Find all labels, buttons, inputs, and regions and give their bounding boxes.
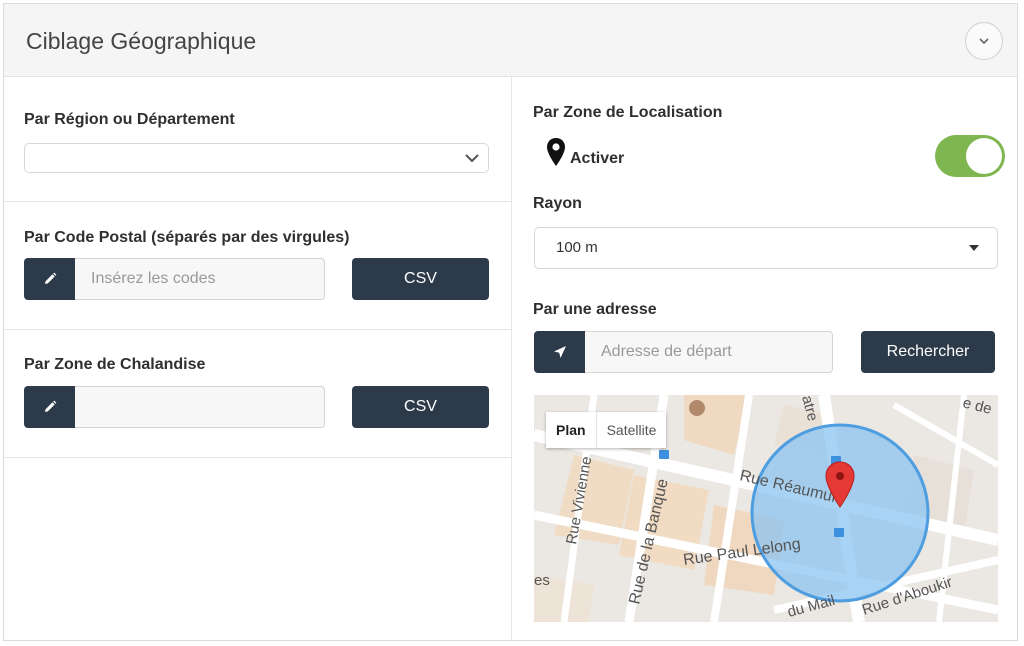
edit-chalandise-button[interactable] <box>24 386 75 428</box>
panel-title: Ciblage Géographique <box>26 28 257 54</box>
rechercher-button[interactable]: Rechercher <box>861 331 995 373</box>
adresse-label: Par une adresse <box>533 301 657 318</box>
chevron-down-icon <box>465 154 479 163</box>
chalandise-label: Par Zone de Chalandise <box>24 356 206 373</box>
localisation-label: Par Zone de Localisation <box>533 104 723 121</box>
activer-label: Activer <box>570 150 625 167</box>
rayon-value: 100 m <box>556 239 598 256</box>
tab-satellite[interactable]: Satellite <box>597 412 667 448</box>
map[interactable]: Rue Réaumur Rue Paul Lelong Rue de la Ba… <box>534 395 998 622</box>
locate-button[interactable] <box>534 331 585 373</box>
pencil-icon <box>44 272 56 284</box>
panel-header: Ciblage Géographique <box>4 4 1017 77</box>
region-label: Par Région ou Département <box>24 111 235 128</box>
geo-targeting-panel: Ciblage Géographique Par Région ou Dépar… <box>3 3 1018 641</box>
toggle-knob <box>966 138 1002 174</box>
divider <box>4 329 511 330</box>
chalandise-input[interactable] <box>75 386 325 428</box>
postal-csv-button[interactable]: CSV <box>352 258 489 300</box>
localisation-toggle[interactable] <box>935 135 1005 177</box>
caret-down-icon <box>969 245 979 251</box>
chalandise-csv-button[interactable]: CSV <box>352 386 489 428</box>
pencil-icon <box>44 400 56 412</box>
postal-codes-input[interactable]: Insérez les codes <box>75 258 325 300</box>
chevron-down-icon <box>979 38 989 45</box>
adresse-input[interactable]: Adresse de départ <box>585 331 833 373</box>
postal-label: Par Code Postal (séparés par des virgule… <box>24 229 350 246</box>
rayon-label: Rayon <box>533 195 582 212</box>
radius-circle <box>750 423 930 603</box>
divider <box>4 201 511 202</box>
street-label: es <box>534 572 550 589</box>
collapse-button[interactable] <box>965 22 1003 60</box>
divider <box>4 457 511 458</box>
rayon-select[interactable]: 100 m <box>534 227 998 269</box>
tab-plan[interactable]: Plan <box>546 412 597 448</box>
region-select[interactable] <box>24 143 489 173</box>
location-arrow-icon <box>553 346 566 358</box>
map-pin-icon <box>547 138 565 166</box>
map-type-tabs: Plan Satellite <box>546 412 667 448</box>
edit-postal-button[interactable] <box>24 258 75 300</box>
column-divider <box>511 77 512 640</box>
